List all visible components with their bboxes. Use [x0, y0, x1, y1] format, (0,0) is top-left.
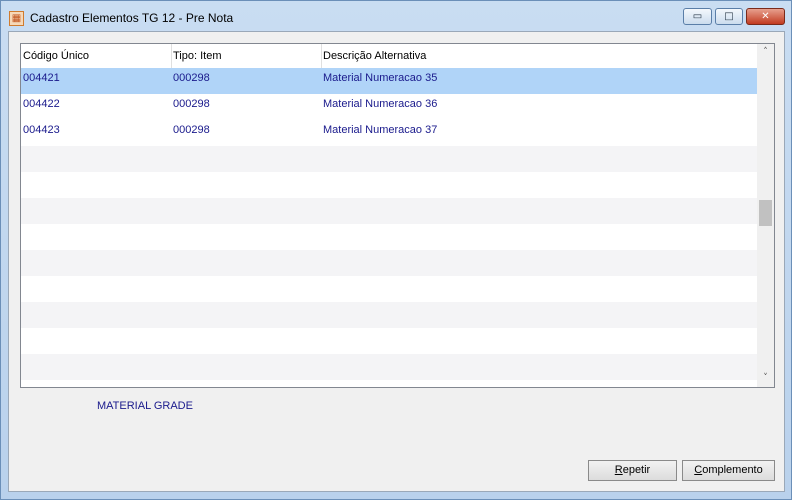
- cell-tipo[interactable]: 000298: [173, 124, 210, 136]
- cell-codigo[interactable]: 004421: [23, 72, 60, 84]
- scroll-thumb[interactable]: [759, 200, 772, 226]
- empty-row[interactable]: [21, 250, 757, 276]
- empty-row[interactable]: [21, 198, 757, 224]
- cell-descricao[interactable]: Material Numeracao 37: [323, 124, 437, 136]
- table-row[interactable]: 004421 000298 Material Numeracao 35: [21, 68, 757, 94]
- data-grid[interactable]: Código Único Tipo: Item Descrição Altern…: [20, 43, 775, 388]
- client-area: Código Único Tipo: Item Descrição Altern…: [8, 31, 785, 492]
- scroll-up-icon[interactable]: ˄: [757, 44, 774, 61]
- grid-header: Código Único Tipo: Item Descrição Altern…: [21, 44, 757, 68]
- title-bar[interactable]: ▦ Cadastro Elementos TG 12 - Pre Nota ▭ …: [1, 1, 791, 31]
- column-header-descricao[interactable]: Descrição Alternativa: [323, 50, 426, 63]
- main-window: ▦ Cadastro Elementos TG 12 - Pre Nota ▭ …: [0, 0, 792, 500]
- empty-row[interactable]: [21, 146, 757, 172]
- column-separator[interactable]: [321, 44, 322, 68]
- empty-row[interactable]: [21, 276, 757, 302]
- close-button[interactable]: ✕: [746, 8, 785, 25]
- repetir-button[interactable]: Repetir: [588, 460, 677, 481]
- table-row[interactable]: 004422 000298 Material Numeracao 36: [21, 94, 757, 120]
- empty-row[interactable]: [21, 354, 757, 380]
- vertical-scrollbar[interactable]: ˄ ˅: [757, 44, 774, 387]
- cell-descricao[interactable]: Material Numeracao 36: [323, 98, 437, 110]
- cell-tipo[interactable]: 000298: [173, 98, 210, 110]
- cell-codigo[interactable]: 004422: [23, 98, 60, 110]
- material-grade-label: MATERIAL GRADE: [97, 400, 193, 412]
- empty-row[interactable]: [21, 302, 757, 328]
- cell-tipo[interactable]: 000298: [173, 72, 210, 84]
- empty-row[interactable]: [21, 328, 757, 354]
- column-separator[interactable]: [171, 44, 172, 68]
- grid-rows: 004421 000298 Material Numeracao 35 004422 0…: [21, 68, 757, 380]
- table-row[interactable]: 004423 000298 Material Numeracao 37: [21, 120, 757, 146]
- empty-row[interactable]: [21, 172, 757, 198]
- window-title: Cadastro Elementos TG 12 - Pre Nota: [30, 11, 234, 25]
- column-header-codigo[interactable]: Código Único: [23, 50, 89, 63]
- minimize-button[interactable]: ▭: [683, 8, 712, 25]
- complemento-button[interactable]: Complemento: [682, 460, 775, 481]
- maximize-button[interactable]: □: [715, 8, 743, 25]
- app-icon[interactable]: ▦: [9, 11, 24, 26]
- scroll-down-icon[interactable]: ˅: [757, 370, 774, 387]
- cell-codigo[interactable]: 004423: [23, 124, 60, 136]
- column-header-tipo[interactable]: Tipo: Item: [173, 50, 222, 63]
- cell-descricao[interactable]: Material Numeracao 35: [323, 72, 437, 84]
- empty-row[interactable]: [21, 224, 757, 250]
